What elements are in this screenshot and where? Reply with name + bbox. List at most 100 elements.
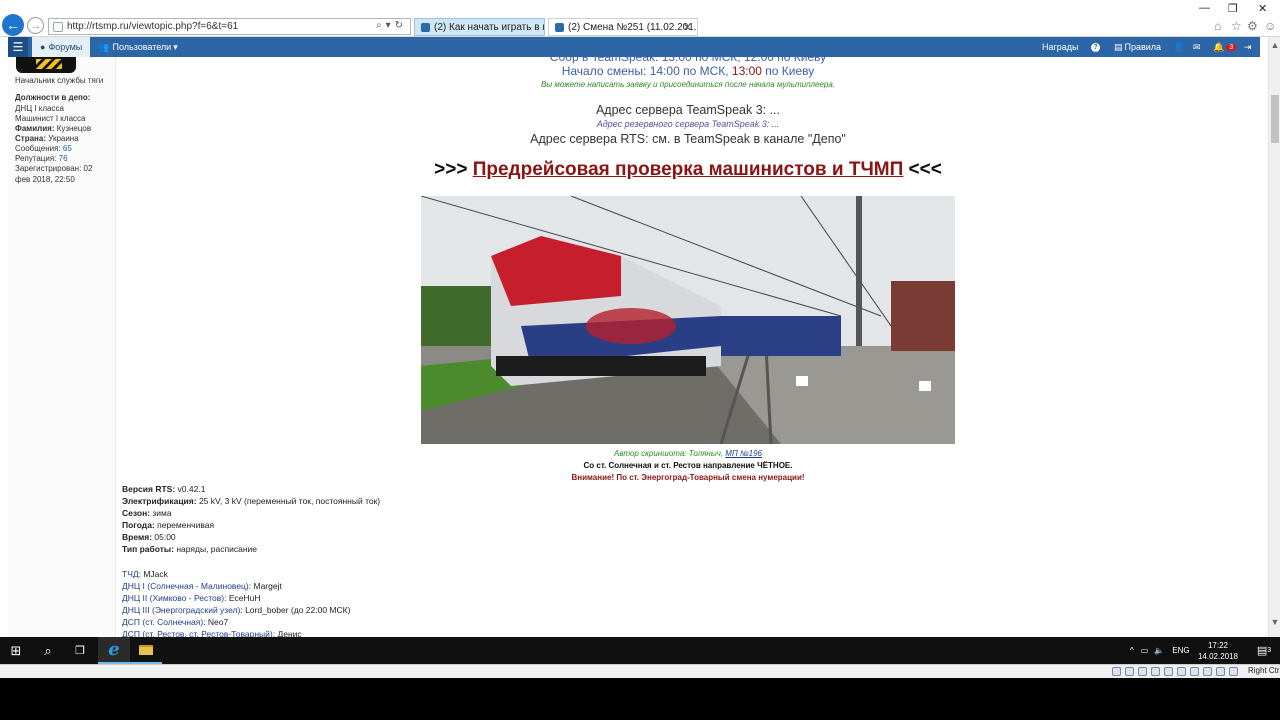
vm-shared-folder-icon[interactable] xyxy=(1177,667,1186,676)
favorites-star-icon[interactable]: ☆ xyxy=(1231,19,1242,33)
image-caption-author: Автор скриншота: Толяныч, МП №196 xyxy=(613,449,762,458)
post-heading: >>> Предрейсовая проверка машинистов и Т… xyxy=(434,159,942,180)
windows-logo-icon: ⊞ xyxy=(10,642,22,658)
taskbar-file-explorer[interactable] xyxy=(130,637,162,664)
vm-recording-icon[interactable] xyxy=(1203,667,1212,676)
vm-audio-icon[interactable] xyxy=(1138,667,1147,676)
posts-count-link[interactable]: 65 xyxy=(63,144,72,153)
apply-note: Вы можете написать заявку и присоединить… xyxy=(540,80,836,89)
info-work-type: Тип работы: наряды, расписание xyxy=(122,544,258,554)
profile-country: Страна: Украина xyxy=(15,134,79,143)
teamspeak-server: Адрес сервера TeamSpeak 3: ... xyxy=(595,103,781,117)
staff-row: ДНЦ III (Энергоградский узел): Lord_bobe… xyxy=(122,605,351,615)
settings-gear-icon[interactable]: ⚙ xyxy=(1247,19,1258,33)
search-button[interactable]: ⌕ xyxy=(32,637,64,664)
vm-network-icon[interactable] xyxy=(1151,667,1160,676)
info-electrification: Электрификация: 25 kV, 3 kV (переменный … xyxy=(122,496,381,506)
vm-mouse-icon[interactable] xyxy=(1229,667,1238,676)
staff-row: ДНЦ I (Солнечная - Малиновец): Margejt xyxy=(122,581,282,591)
network-icon[interactable]: ▭ xyxy=(1141,646,1149,655)
search-icon: ⌕ xyxy=(44,642,52,658)
vm-display-icon[interactable] xyxy=(1190,667,1199,676)
search-icon[interactable]: ⌕ xyxy=(376,20,386,31)
shift-start-line: Начало смены: 14:00 по МСК, 13:00 по Кие… xyxy=(561,64,815,78)
page-viewport: ☰ ● Форумы 👥 Пользователи ▾ Награды ? ▤ Прав… xyxy=(0,37,1268,637)
train-scene-illustration xyxy=(421,196,955,444)
heading-link[interactable]: Предрейсовая проверка машинистов и ТЧМП xyxy=(473,159,904,180)
system-tray: ^ ▭ 🔈 ENG xyxy=(1130,637,1190,664)
action-center-button[interactable]: ▤ 3 xyxy=(1248,637,1280,664)
nav-forums[interactable]: ● Форумы xyxy=(32,37,91,57)
menu-button[interactable]: ☰ xyxy=(8,37,28,57)
scroll-up-icon[interactable]: ▲ xyxy=(1269,40,1280,50)
restore-icon[interactable]: ❐ xyxy=(1228,2,1238,15)
info-weather: Погода: переменчивая xyxy=(122,520,215,530)
chevron-up-icon[interactable]: ^ xyxy=(1130,646,1134,655)
folder-icon xyxy=(139,644,153,655)
staff-row: ТЧД: MJack xyxy=(122,569,168,579)
rts-server: Адрес сервера RTS: см. в TeamSpeak в кан… xyxy=(530,132,846,146)
profile-posts: Сообщения: 65 xyxy=(15,144,72,153)
scroll-thumb[interactable] xyxy=(1271,95,1279,143)
profile-reputation: Репутация: 76 xyxy=(15,154,68,163)
info-season: Сезон: зима xyxy=(122,508,172,518)
staff-row: ДСП (ст. Рестов, ст. Рестов-Товарный): Д… xyxy=(122,629,302,637)
refresh-icon[interactable]: ↻ xyxy=(395,20,407,31)
gather-line: Сбор в TeamSpeak: 13:00 по МСК, 12:00 по… xyxy=(549,50,827,64)
vm-cpu-icon[interactable] xyxy=(1216,667,1225,676)
tab-label: (2) Смена №251 (11.02.201... xyxy=(568,21,698,33)
speaker-icon[interactable]: 🔈 xyxy=(1154,646,1164,655)
staff-row: ДНЦ II (Химково - Рестов): EceHuH xyxy=(122,593,261,603)
reputation-value: 76 xyxy=(58,154,68,163)
chat-bubble-icon: ● xyxy=(40,42,46,52)
address-text: http://rtsmp.ru/viewtopic.php?f=6&t=61 xyxy=(67,21,239,32)
taskbar-clock[interactable]: 17:22 14.02.2018 xyxy=(1196,640,1240,662)
home-icon[interactable]: ⌂ xyxy=(1214,19,1221,33)
position-1: ДНЦ I класса xyxy=(15,104,64,113)
start-button[interactable]: ⊞ xyxy=(0,637,32,664)
avatar[interactable] xyxy=(16,57,76,73)
address-tools[interactable]: ⌕▾↻ xyxy=(376,20,407,31)
screen-letterbox xyxy=(0,678,1280,720)
tab-close-icon[interactable]: ✕ xyxy=(683,21,692,34)
clock-time: 17:22 xyxy=(1207,641,1229,650)
back-arrow-icon: ← xyxy=(6,17,20,33)
vm-usb-icon[interactable] xyxy=(1164,667,1173,676)
language-indicator[interactable]: ENG xyxy=(1172,646,1189,655)
internet-explorer-icon: e xyxy=(108,639,120,660)
smiley-feedback-icon[interactable]: ☺ xyxy=(1264,19,1276,33)
numbering-warning: Внимание! По ст. Энергоград-Товарный сме… xyxy=(571,473,805,482)
direction-note: Со ст. Солнечная и ст. Рестов направлени… xyxy=(583,461,793,470)
windows-taskbar: ⊞ ⌕ ❐ e ^ ▭ 🔈 ENG 17:22 14.02.2018 ▤ 3 xyxy=(0,637,1280,664)
site-favicon-icon xyxy=(53,21,63,32)
nav-forums-label: Форумы xyxy=(48,42,83,52)
vm-storage-icon[interactable] xyxy=(1112,667,1121,676)
author-mp-link[interactable]: МП №196 xyxy=(725,449,762,458)
scroll-down-icon[interactable]: ▼ xyxy=(1269,617,1280,627)
info-time: Время: 05:00 xyxy=(122,532,176,542)
dropdown-icon[interactable]: ▾ xyxy=(386,20,395,31)
profile-surname: Фамилия: Кузнецов xyxy=(15,124,92,133)
teamspeak-reserve-server: Адрес резервного сервера TeamSpeak 3: ..… xyxy=(596,119,780,129)
taskbar-internet-explorer[interactable]: e xyxy=(98,637,130,664)
users-icon: 👥 xyxy=(98,41,110,52)
minimize-icon[interactable]: — xyxy=(1199,2,1210,14)
forward-arrow-icon: → xyxy=(30,19,41,32)
task-view-button[interactable]: ❐ xyxy=(64,637,96,664)
info-rts-version: Версия RTS: v0.42.1 xyxy=(122,484,206,494)
page-scrollbar[interactable]: ▲ ▼ xyxy=(1268,37,1280,637)
address-bar[interactable]: http://rtsmp.ru/viewtopic.php?f=6&t=61 ⌕… xyxy=(48,18,411,35)
forward-button[interactable]: → xyxy=(27,17,44,34)
vm-optical-icon[interactable] xyxy=(1125,667,1134,676)
hamburger-icon: ☰ xyxy=(12,40,24,54)
staff-row: ДСП (ст. Солнечная): Neo7 xyxy=(122,617,229,627)
tab-favicon-icon xyxy=(421,22,430,32)
rank-title: Начальник службы тяги xyxy=(15,76,104,85)
vm-status-bar: Right Ctrl xyxy=(0,664,1280,678)
tab-how-to-start[interactable]: (2) Как начать играть в мульт... xyxy=(414,18,545,36)
tab-shift-251[interactable]: (2) Смена №251 (11.02.201... ✕ xyxy=(548,18,698,36)
post-author-profile: Начальник службы тяги Должности в депо: … xyxy=(8,57,116,637)
back-button[interactable]: ← xyxy=(2,14,24,36)
close-window-icon[interactable]: ✕ xyxy=(1258,2,1267,15)
train-screenshot-image xyxy=(421,196,955,444)
